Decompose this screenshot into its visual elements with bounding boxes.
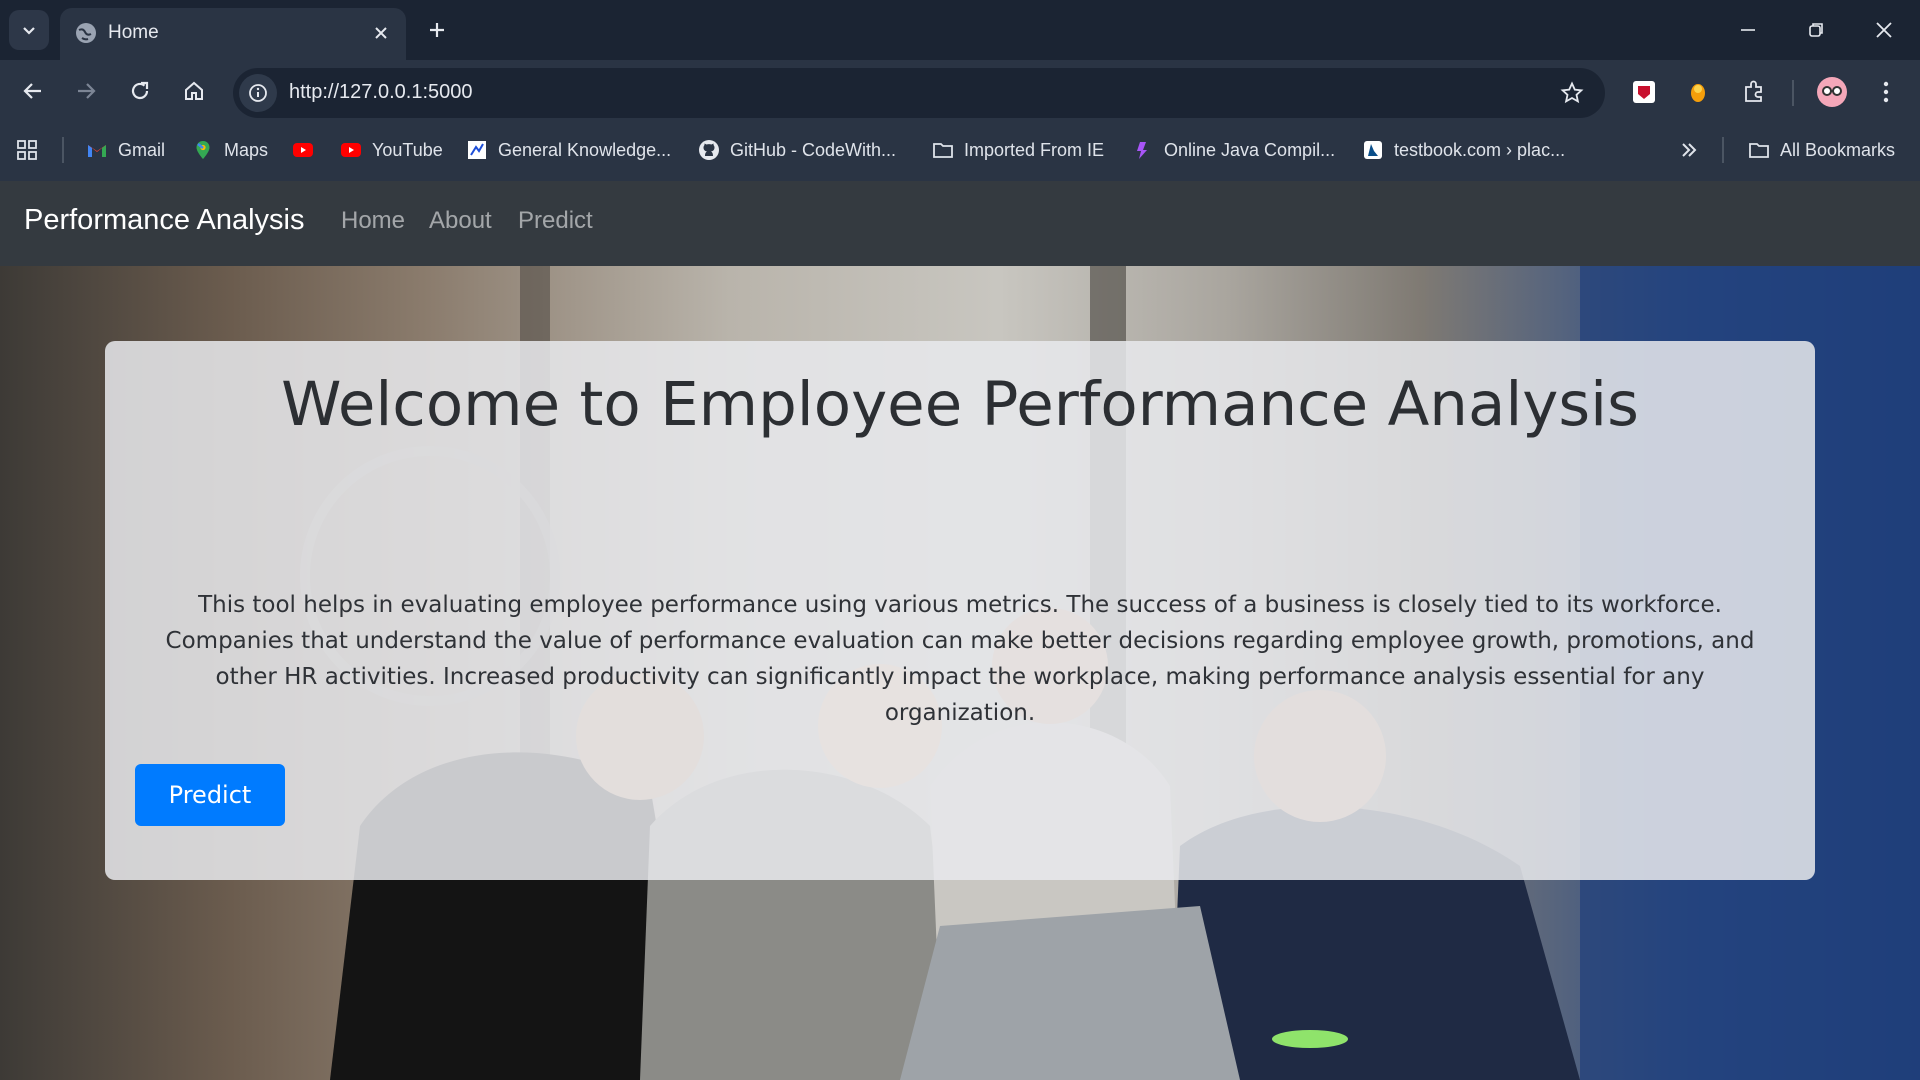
extensions-button[interactable]: [1734, 72, 1774, 112]
bookmark-youtube[interactable]: YouTube: [340, 130, 443, 170]
star-icon: [1560, 81, 1584, 104]
close-icon: [1876, 22, 1892, 38]
bookmark-youtube-icon-only[interactable]: [292, 130, 314, 170]
apps-grid-icon: [17, 140, 37, 160]
more-vert-icon: [1883, 81, 1889, 103]
tab-title: Home: [108, 22, 159, 43]
browser-toolbar: http://127.0.0.1:5000 Gmail Maps YouTube…: [0, 60, 1920, 188]
close-icon: [375, 27, 387, 39]
profile-avatar[interactable]: [1812, 72, 1852, 112]
apps-button[interactable]: [16, 130, 38, 170]
bookmark-label: YouTube: [372, 139, 443, 160]
bookmark-label: Imported From IE: [964, 139, 1105, 160]
avatar-icon: [1817, 77, 1847, 107]
bookmarks-overflow-button[interactable]: [1678, 130, 1700, 170]
bookmark-label: General Knowledge...: [498, 139, 672, 160]
bookmark-label: Online Java Compil...: [1164, 139, 1336, 160]
site-navbar: Performance Analysis Home About Predict: [0, 181, 1920, 266]
bookmark-label: GitHub - CodeWith...: [730, 139, 897, 160]
browser-menu-button[interactable]: [1866, 72, 1906, 112]
bookmark-label: Gmail: [118, 139, 166, 160]
site-icon: [468, 141, 486, 159]
plus-icon: [430, 23, 444, 37]
hero-description: This tool helps in evaluating employee p…: [165, 592, 1755, 726]
bookmark-star-button[interactable]: [1557, 78, 1587, 108]
bookmark-gmail[interactable]: Gmail: [86, 130, 165, 170]
shield-icon: [1633, 81, 1655, 103]
tab-strip: Home: [0, 0, 1920, 60]
bookmark-label: testbook.com › plac...: [1394, 139, 1566, 160]
github-icon: [699, 140, 719, 160]
reload-button[interactable]: [118, 69, 162, 113]
folder-icon: [933, 143, 953, 158]
youtube-icon: [293, 143, 313, 157]
navbar-brand[interactable]: Performance Analysis: [24, 204, 304, 237]
back-button[interactable]: [11, 69, 55, 113]
address-bar[interactable]: http://127.0.0.1:5000: [233, 68, 1605, 118]
puzzle-icon: [1745, 80, 1762, 102]
forward-button[interactable]: [64, 69, 108, 113]
youtube-icon: [341, 143, 361, 157]
maps-icon: [196, 141, 210, 159]
restore-icon: [1809, 23, 1823, 37]
bookmark-folder-imported[interactable]: Imported From IE: [932, 130, 1104, 170]
nav-link-predict[interactable]: Predict: [518, 207, 593, 235]
site-info-button[interactable]: [239, 74, 277, 112]
minimize-button[interactable]: [1714, 0, 1782, 60]
all-bookmarks-button[interactable]: All Bookmarks: [1748, 130, 1895, 170]
chevron-double-right-icon: [1682, 143, 1697, 157]
bookmarks-separator: [62, 137, 64, 163]
minimize-icon: [1741, 29, 1755, 31]
all-bookmarks-label: All Bookmarks: [1780, 139, 1896, 160]
bookmarks-separator: [1722, 137, 1724, 163]
arrow-left-icon: [23, 83, 41, 99]
bookmark-online-java[interactable]: Online Java Compil...: [1132, 130, 1335, 170]
honey-icon: [1691, 84, 1705, 102]
new-tab-button[interactable]: [418, 11, 456, 49]
site-icon: [1137, 142, 1147, 159]
hero-card: Welcome to Employee Performance Analysis…: [105, 341, 1815, 880]
bookmark-label: Maps: [224, 139, 269, 160]
predict-button[interactable]: Predict: [135, 764, 285, 826]
chevron-down-icon: [23, 27, 35, 35]
tab-home[interactable]: Home: [60, 8, 406, 60]
toolbar-separator: [1792, 80, 1794, 106]
bookmark-maps[interactable]: Maps: [192, 130, 268, 170]
url-text[interactable]: http://127.0.0.1:5000: [289, 81, 473, 104]
bookmark-github[interactable]: GitHub - CodeWith...: [698, 130, 896, 170]
tab-search-button[interactable]: [9, 10, 49, 50]
extension-mcafee-button[interactable]: [1624, 72, 1664, 112]
bookmark-testbook[interactable]: testbook.com › plac...: [1362, 130, 1565, 170]
arrow-right-icon: [78, 83, 96, 99]
home-icon: [185, 81, 203, 100]
extension-honey-button[interactable]: [1678, 72, 1718, 112]
globe-icon: [76, 23, 96, 43]
close-window-button[interactable]: [1850, 0, 1918, 60]
folder-icon: [1749, 143, 1769, 158]
site-icon: [1364, 141, 1382, 159]
home-button[interactable]: [172, 69, 216, 113]
bookmark-general-knowledge[interactable]: General Knowledge...: [466, 130, 671, 170]
reload-icon: [131, 81, 149, 100]
nav-link-home[interactable]: Home: [341, 207, 405, 235]
nav-link-about[interactable]: About: [429, 207, 492, 235]
restore-button[interactable]: [1782, 0, 1850, 60]
page-title: Welcome to Employee Performance Analysis: [281, 369, 1639, 440]
bookmarks-bar: Gmail Maps YouTube General Knowledge... …: [0, 130, 1920, 170]
tab-close-button[interactable]: [364, 16, 398, 50]
info-icon: [249, 84, 267, 102]
gmail-icon: [88, 145, 106, 157]
